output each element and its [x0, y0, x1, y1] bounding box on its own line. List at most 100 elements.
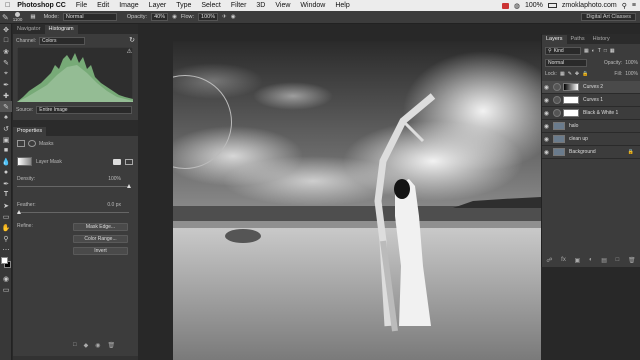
feather-slider[interactable]	[17, 210, 129, 214]
menu-view[interactable]: View	[270, 0, 295, 11]
crop-tool-icon[interactable]: ⌖	[0, 68, 12, 79]
marquee-tool-icon[interactable]: □	[0, 35, 12, 46]
eraser-tool-icon[interactable]: ▣	[0, 134, 12, 145]
layer-row-curves-2[interactable]: ◉ Curves 2	[542, 81, 640, 94]
menu-edit[interactable]: Edit	[92, 0, 114, 11]
tab-paths[interactable]: Paths	[567, 35, 589, 44]
blend-mode-select[interactable]: Normal	[545, 59, 587, 67]
history-brush-tool-icon[interactable]: ↺	[0, 123, 12, 134]
airbrush-icon[interactable]: ✈	[222, 14, 227, 20]
color-swatches[interactable]	[0, 255, 11, 273]
filter-smart-icon[interactable]: ▦	[610, 48, 615, 54]
eyedropper-tool-icon[interactable]: ✒	[0, 79, 12, 90]
density-slider[interactable]	[17, 184, 131, 188]
delete-layer-icon[interactable]: 🗑	[628, 257, 636, 264]
menu-3d[interactable]: 3D	[251, 0, 270, 11]
quick-mask-icon[interactable]: ◉	[0, 273, 12, 284]
filter-shape-icon[interactable]: □	[604, 48, 607, 54]
menu-layer[interactable]: Layer	[144, 0, 172, 11]
more-tools-icon[interactable]: ⋯	[0, 244, 12, 255]
path-select-tool-icon[interactable]: ➤	[0, 200, 12, 211]
layer-row-background[interactable]: ◉ Background 🔒	[542, 146, 640, 159]
tab-layers[interactable]: Layers	[542, 35, 567, 44]
zoom-tool-icon[interactable]: ⚲	[0, 233, 12, 244]
layer-row-clean-up[interactable]: ◉ clean up	[542, 133, 640, 146]
creative-cloud-icon[interactable]	[501, 2, 509, 9]
layer-row-halo[interactable]: ◉ halo	[542, 120, 640, 133]
add-mask-icon[interactable]: ▣	[575, 257, 581, 264]
filter-pixel-icon[interactable]: ▦	[584, 48, 589, 54]
menu-help[interactable]: Help	[330, 0, 354, 11]
battery-icon[interactable]	[547, 3, 557, 8]
add-pixel-mask-icon[interactable]	[113, 158, 121, 165]
new-layer-icon[interactable]: □	[616, 257, 620, 264]
layer-opacity-input[interactable]: 100%	[625, 60, 638, 66]
refresh-icon[interactable]: ↻	[129, 36, 135, 44]
screen-mode-icon[interactable]: ▭	[0, 284, 12, 295]
kind-filter-select[interactable]: ⚲ Kind	[545, 47, 581, 55]
tab-histogram[interactable]: Histogram	[44, 25, 78, 34]
brush-panel-icon[interactable]: ▦	[30, 14, 35, 20]
tab-history[interactable]: History	[589, 35, 614, 44]
type-tool-icon[interactable]: T	[0, 189, 12, 200]
lock-pixels-icon[interactable]: ✎	[568, 71, 572, 77]
menu-file[interactable]: File	[71, 0, 92, 11]
hand-tool-icon[interactable]: ✋	[0, 222, 12, 233]
pen-tool-icon[interactable]: ✒	[0, 178, 12, 189]
add-vector-mask-icon[interactable]	[125, 158, 133, 165]
quick-select-tool-icon[interactable]: ✎	[0, 57, 12, 68]
brush-tool-icon[interactable]: ✎	[2, 13, 9, 22]
mask-preview-thumbnail[interactable]	[17, 157, 32, 166]
color-range-button[interactable]: Color Range...	[73, 235, 128, 243]
layer-mask-thumbnail[interactable]	[563, 83, 579, 91]
density-slider-handle[interactable]	[127, 184, 131, 188]
wifi-icon[interactable]: ◍	[514, 2, 520, 10]
menu-select[interactable]: Select	[196, 0, 225, 11]
layer-style-icon[interactable]: fx	[561, 257, 566, 264]
search-icon[interactable]: ⚲	[622, 2, 627, 10]
dodge-tool-icon[interactable]: ●	[0, 167, 12, 178]
tab-navigator[interactable]: Navigator	[13, 25, 45, 34]
layer-mask-thumbnail[interactable]	[563, 109, 579, 117]
layer-row-black-white-1[interactable]: ◉ Black & White 1	[542, 107, 640, 120]
mask-thumb-icon[interactable]	[17, 140, 25, 147]
visibility-icon[interactable]: ◉	[95, 342, 100, 349]
lock-all-icon[interactable]: 🔒	[582, 71, 588, 77]
visibility-eye-icon[interactable]: ◉	[542, 149, 551, 156]
lock-position-icon[interactable]: ✥	[575, 71, 579, 77]
vector-mask-icon[interactable]	[28, 140, 36, 147]
brush-preset-picker[interactable]: 1100	[13, 12, 22, 22]
new-adjustment-icon[interactable]: ◐	[589, 257, 593, 264]
document-canvas[interactable]	[173, 41, 541, 360]
app-menu[interactable]: Photoshop CC	[15, 0, 71, 11]
menu-window[interactable]: Window	[295, 0, 330, 11]
opacity-input[interactable]: 40%	[151, 13, 169, 21]
shape-tool-icon[interactable]: ▭	[0, 211, 12, 222]
channel-select[interactable]: Colors	[39, 37, 86, 45]
clone-stamp-tool-icon[interactable]: ♠	[0, 112, 12, 123]
foreground-color-swatch[interactable]	[1, 257, 8, 264]
filter-type-icon[interactable]: T	[598, 48, 601, 54]
menu-image[interactable]: Image	[114, 0, 143, 11]
new-group-icon[interactable]: ▤	[601, 257, 607, 264]
workspace-select[interactable]: Digital Art Classes	[581, 13, 636, 21]
menu-type[interactable]: Type	[171, 0, 196, 11]
density-value[interactable]: 100%	[108, 176, 121, 182]
fill-input[interactable]: 100%	[625, 71, 638, 77]
feather-value[interactable]: 0.0 px	[107, 202, 121, 208]
tab-properties[interactable]: Properties	[13, 127, 47, 136]
visibility-eye-icon[interactable]: ◉	[542, 97, 551, 104]
filter-adjust-icon[interactable]: ◐	[592, 48, 595, 54]
flow-input[interactable]: 100%	[198, 13, 219, 21]
gradient-tool-icon[interactable]: ■	[0, 145, 12, 156]
menu-filter[interactable]: Filter	[226, 0, 252, 11]
source-select[interactable]: Entire Image	[36, 106, 133, 114]
apple-icon[interactable]: 	[0, 0, 15, 11]
healing-tool-icon[interactable]: ✚	[0, 90, 12, 101]
visibility-eye-icon[interactable]: ◉	[542, 136, 551, 143]
visibility-eye-icon[interactable]: ◉	[542, 84, 551, 91]
blur-tool-icon[interactable]: 💧	[0, 156, 12, 167]
visibility-eye-icon[interactable]: ◉	[542, 110, 551, 117]
link-layers-icon[interactable]: ☍	[546, 257, 552, 264]
load-selection-icon[interactable]: □	[73, 342, 77, 349]
